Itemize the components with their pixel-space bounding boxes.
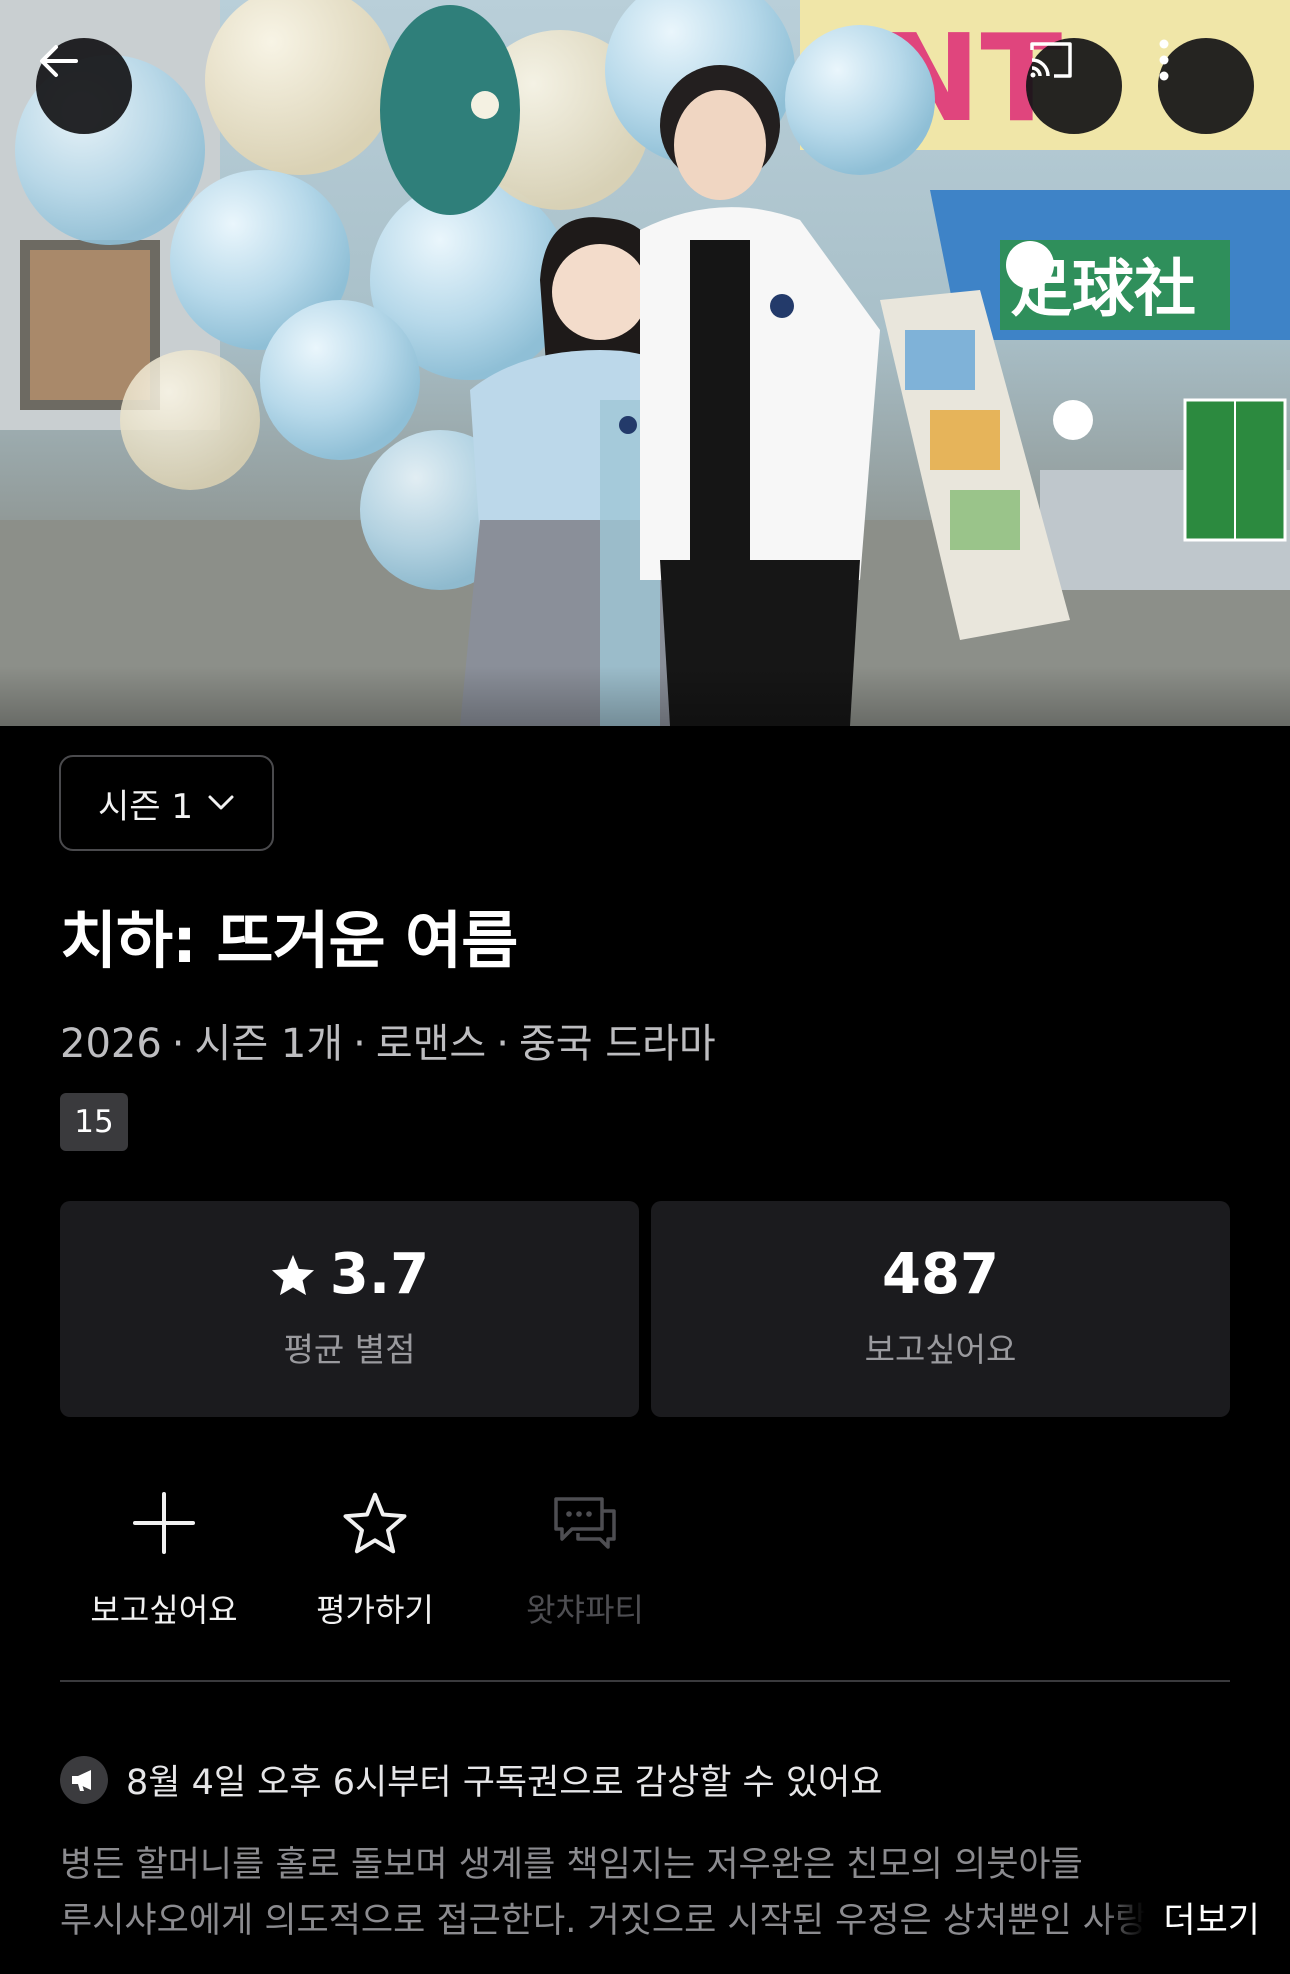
arrow-left-icon	[40, 45, 78, 77]
content-detail-page: NT 足球社 시즌 1 치하: 뜨거운 여름 2026 · 시즌 1개 · 로맨…	[0, 0, 1290, 1974]
meta-genre: 로맨스	[375, 1021, 487, 1067]
synopsis: 병든 할머니를 홀로 돌보며 생계를 책임지는 저우완은 친모의 의붓아들 루시…	[60, 1837, 1180, 1949]
star-filled-icon	[271, 1254, 314, 1296]
read-more-link[interactable]: 더보기	[1100, 1893, 1260, 1949]
wishlist-count-label: 보고싶어요	[864, 1330, 1017, 1369]
average-rating-label: 평균 별점	[283, 1330, 416, 1369]
season-selector-label: 시즌 1	[98, 786, 193, 827]
meta-year: 2026	[60, 1021, 162, 1067]
meta-category: 중국 드라마	[518, 1021, 716, 1067]
rate-label: 평가하기	[316, 1591, 434, 1629]
back-button[interactable]	[36, 38, 132, 134]
meta-separator: ·	[353, 1021, 366, 1067]
section-divider	[60, 1680, 1230, 1682]
poster-image: NT 足球社	[0, 0, 1290, 726]
cast-button[interactable]	[1026, 38, 1122, 134]
plus-icon	[126, 1485, 202, 1561]
age-rating-badge: 15	[60, 1093, 128, 1151]
more-options-button[interactable]	[1158, 38, 1254, 134]
meta-separator: ·	[171, 1021, 185, 1067]
rate-button[interactable]: 평가하기	[275, 1485, 475, 1635]
wishlist-count-value: 487	[882, 1242, 999, 1307]
synopsis-line: 루시샤오에게 의도적으로 접근한다. 거짓으로 시작된 우정은 상처뿐인 사랑	[60, 1901, 1148, 1941]
chat-bubble-icon	[547, 1485, 623, 1561]
meta-seasons: 시즌 1개	[194, 1021, 344, 1067]
availability-notice: 8월 4일 오후 6시부터 구독권으로 감상할 수 있어요	[60, 1754, 882, 1805]
wishlist-count-card: 487 보고싶어요	[651, 1201, 1230, 1417]
megaphone-icon	[60, 1755, 108, 1804]
watcha-party-label: 왓챠파티	[526, 1591, 644, 1629]
add-to-wishlist-label: 보고싶어요	[90, 1591, 238, 1629]
availability-notice-text: 8월 4일 오후 6시부터 구독권으로 감상할 수 있어요	[126, 1763, 883, 1803]
average-rating-card: 3.7 평균 별점	[60, 1201, 639, 1417]
watcha-party-button[interactable]: 왓챠파티	[485, 1485, 685, 1635]
synopsis-line: 병든 할머니를 홀로 돌보며 생계를 책임지는 저우완은 친모의 의붓아들	[60, 1845, 1083, 1885]
meta-separator: ·	[496, 1021, 509, 1067]
more-vertical-icon	[1159, 39, 1169, 81]
star-outline-icon	[337, 1485, 413, 1561]
content-meta: 2026 · 시즌 1개 · 로맨스 · 중국 드라마	[60, 1011, 716, 1069]
season-selector[interactable]: 시즌 1	[59, 755, 274, 851]
chevron-down-icon	[208, 795, 234, 810]
cast-icon	[1030, 42, 1072, 78]
page-title: 치하: 뜨거운 여름	[60, 904, 518, 977]
average-rating-value: 3.7	[329, 1242, 430, 1307]
add-to-wishlist-button[interactable]: 보고싶어요	[64, 1485, 264, 1635]
